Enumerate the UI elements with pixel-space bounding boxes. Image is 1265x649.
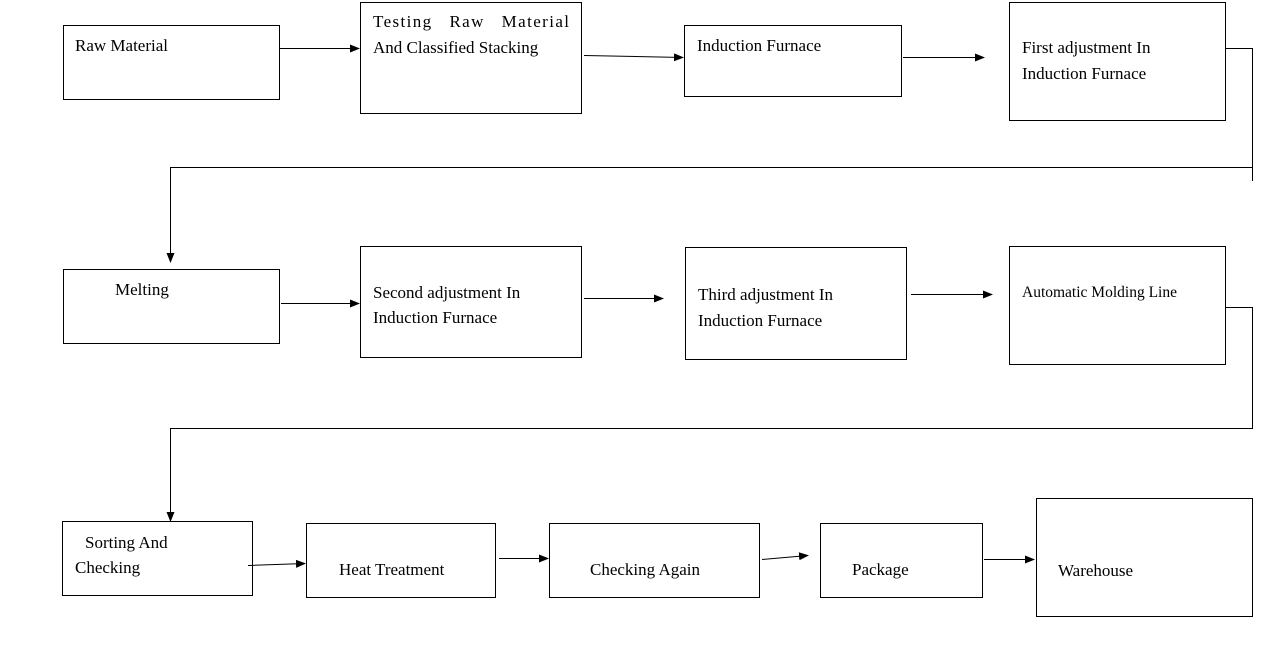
svg-text:And Classified Stacking: And Classified Stacking: [373, 38, 539, 57]
svg-text:Second adjustment In: Second adjustment In: [373, 283, 521, 302]
node-warehouse: Warehouse: [1036, 498, 1253, 617]
node-first-adjustment: First adjustment In Induction Furnace: [1009, 2, 1226, 121]
svg-text:Third adjustment In: Third adjustment In: [698, 285, 834, 304]
svg-text:Induction Furnace: Induction Furnace: [698, 311, 822, 330]
svg-text:Warehouse: Warehouse: [1058, 561, 1133, 580]
node-sorting: Sorting And Checking: [62, 521, 253, 596]
svg-text:Checking: Checking: [75, 558, 141, 577]
svg-text:Automatic Molding Line: Automatic Molding Line: [1022, 284, 1177, 301]
node-raw-material: Raw Material: [63, 25, 280, 100]
node-package: Package: [820, 523, 983, 598]
svg-text:Checking Again: Checking Again: [590, 560, 701, 579]
node-induction-furnace: Induction Furnace: [684, 25, 902, 97]
arrow-testing-to-furnace: [583, 53, 684, 62]
svg-text:Sorting And: Sorting And: [85, 533, 168, 552]
arrow-checking-to-package: [761, 552, 809, 561]
svg-text:Melting: Melting: [115, 280, 169, 299]
svg-text:Induction Furnace: Induction Furnace: [1022, 64, 1146, 83]
flowchart: Raw Material Testing Raw Material And Cl…: [62, 2, 1253, 617]
node-heat-treatment: Heat Treatment: [306, 523, 496, 598]
node-second-adjustment: Second adjustment In Induction Furnace: [360, 246, 582, 358]
svg-text:Package: Package: [852, 560, 909, 579]
svg-text:Heat Treatment: Heat Treatment: [339, 560, 445, 579]
connector-first-to-melting: [1226, 48, 1253, 181]
svg-text:Induction Furnace: Induction Furnace: [697, 36, 821, 55]
node-third-adjustment: Third adjustment In Induction Furnace: [685, 247, 907, 360]
node-melting: Melting: [63, 269, 280, 344]
node-automatic-molding: Automatic Molding Line: [1009, 246, 1226, 365]
node-testing: Testing Raw Material And Classified Stac…: [360, 2, 582, 114]
svg-text:First adjustment In: First adjustment In: [1022, 38, 1151, 57]
svg-text:Testing Raw Material: Testing Raw Material: [373, 12, 569, 31]
svg-text:Raw Material: Raw Material: [75, 36, 168, 55]
arrow-sorting-to-heat: [247, 559, 306, 568]
svg-text:Induction Furnace: Induction Furnace: [373, 308, 497, 327]
node-checking-again: Checking Again: [549, 523, 760, 598]
